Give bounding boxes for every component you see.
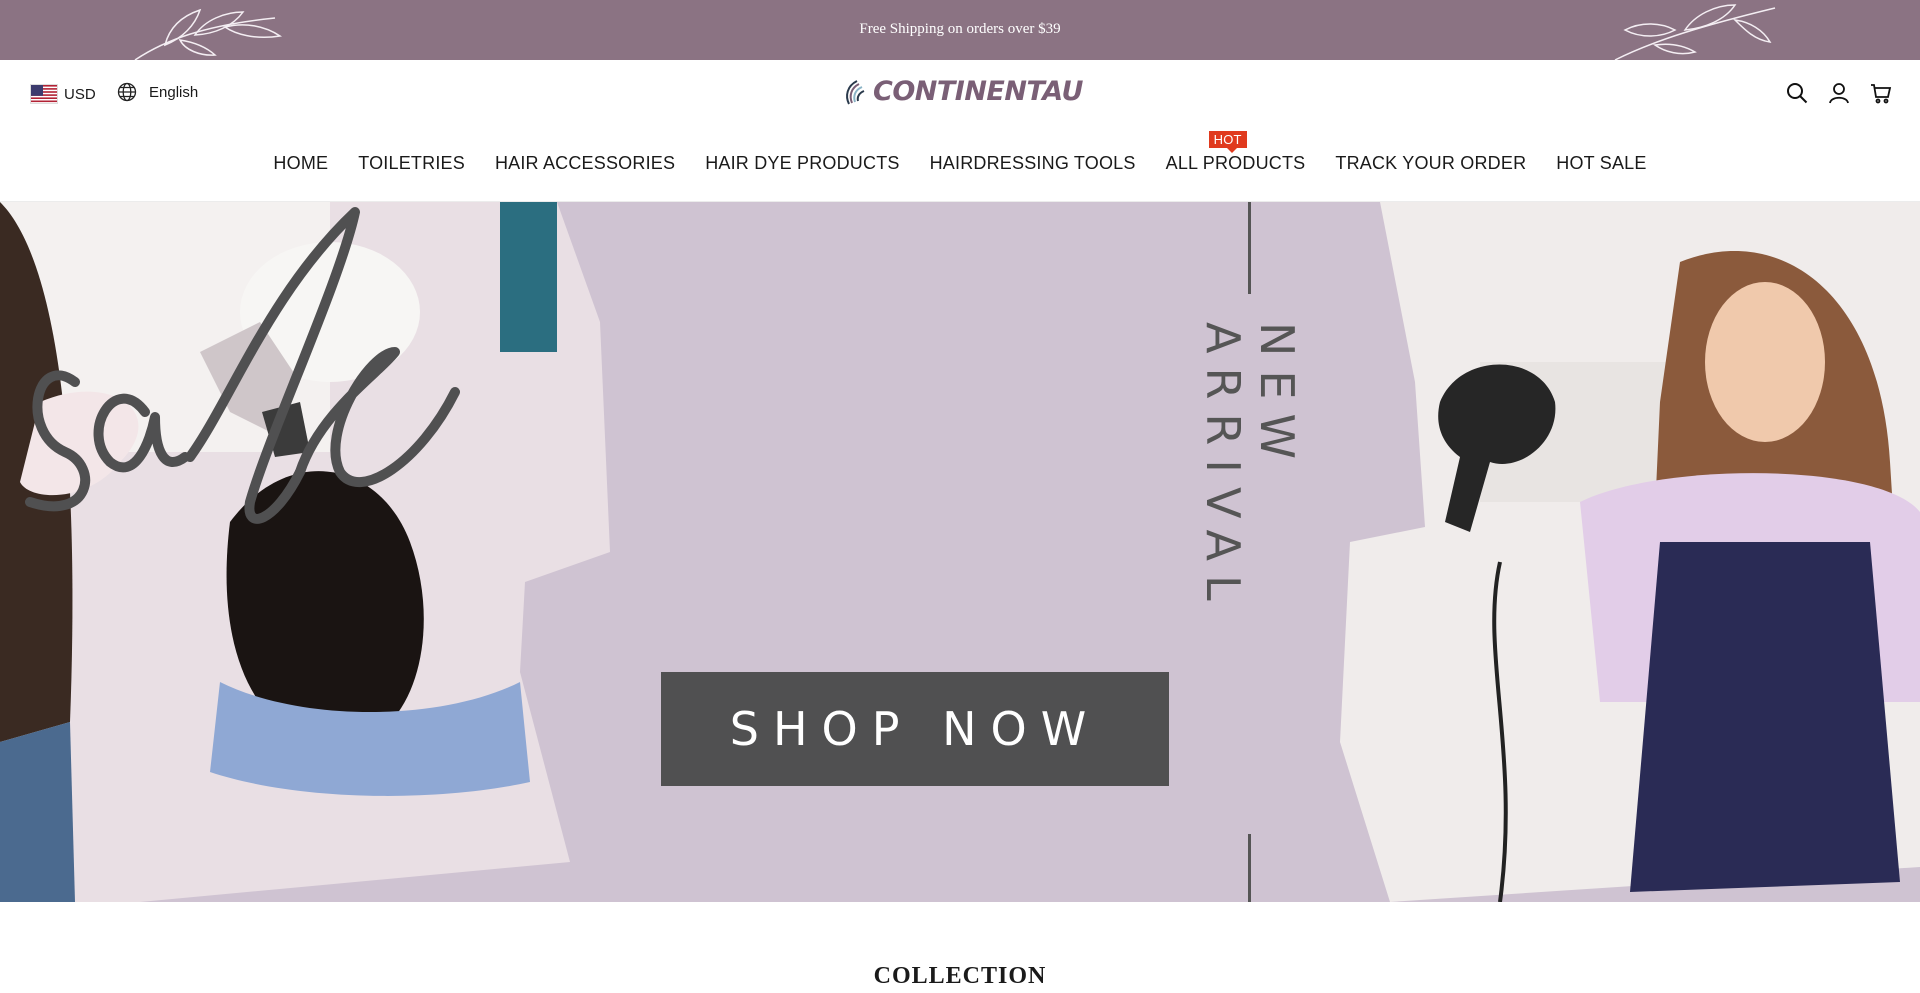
shop-now-button[interactable]: SHOP NOW	[661, 672, 1169, 786]
cart-icon[interactable]	[1870, 82, 1892, 104]
logo-mark-icon	[846, 79, 865, 104]
announcement-bar: Free Shipping on orders over $39	[0, 0, 1920, 60]
header-actions	[1786, 82, 1892, 104]
language-selector[interactable]: English	[117, 82, 198, 102]
sale-script-graphic	[25, 207, 460, 524]
search-icon[interactable]	[1786, 82, 1808, 104]
nav-item-hair-dye-products[interactable]: HAIR DYE PRODUCTS	[705, 153, 899, 174]
language-label: English	[149, 83, 199, 101]
hot-badge: HOT	[1208, 131, 1247, 153]
currency-label: USD	[64, 85, 96, 103]
vertical-divider-bottom	[1248, 834, 1251, 902]
site-logo[interactable]: CONTINENTAU	[843, 76, 1083, 107]
right-woman-apron	[1630, 542, 1900, 892]
nav-item-hair-accessories[interactable]: HAIR ACCESSORIES	[495, 153, 675, 174]
account-icon[interactable]	[1828, 82, 1850, 104]
leaf-decoration-right-icon	[1614, 4, 1776, 60]
vertical-divider-top	[1248, 202, 1251, 294]
logo-text: CONTINENTAU	[873, 76, 1083, 107]
collection-section-title: COLLECTION	[873, 963, 1047, 989]
globe-icon	[117, 82, 137, 102]
us-flag-icon	[30, 84, 58, 104]
nav-item-all-products[interactable]: ALL PRODUCTS	[1166, 153, 1306, 173]
currency-selector[interactable]: USD	[30, 84, 96, 104]
nav-item-home[interactable]: HOME	[273, 153, 328, 174]
nav-item-track-your-order[interactable]: TRACK YOUR ORDER	[1335, 153, 1526, 174]
nav-item-hot-sale[interactable]: HOT SALE	[1556, 153, 1646, 174]
main-navigation: HOME TOILETRIES HAIR ACCESSORIES HAIR DY…	[0, 131, 1920, 174]
left-teal-panel	[500, 202, 557, 352]
nav-item-hairdressing-tools[interactable]: HAIRDRESSING TOOLS	[930, 153, 1136, 174]
new-arrival-text: NEW ARRIVAL	[1196, 322, 1304, 615]
nav-item-all-products-wrapper[interactable]: HOT ALL PRODUCTS	[1166, 131, 1306, 174]
site-header: USD English CONTINENTAU HOME TOILETRIES …	[0, 60, 1920, 202]
left-jeans	[0, 722, 75, 902]
nav-item-toiletries[interactable]: TOILETRIES	[358, 153, 465, 174]
right-woman-face	[1705, 282, 1825, 442]
hero-banner[interactable]: SHOP NOW NEW ARRIVAL	[0, 202, 1920, 902]
